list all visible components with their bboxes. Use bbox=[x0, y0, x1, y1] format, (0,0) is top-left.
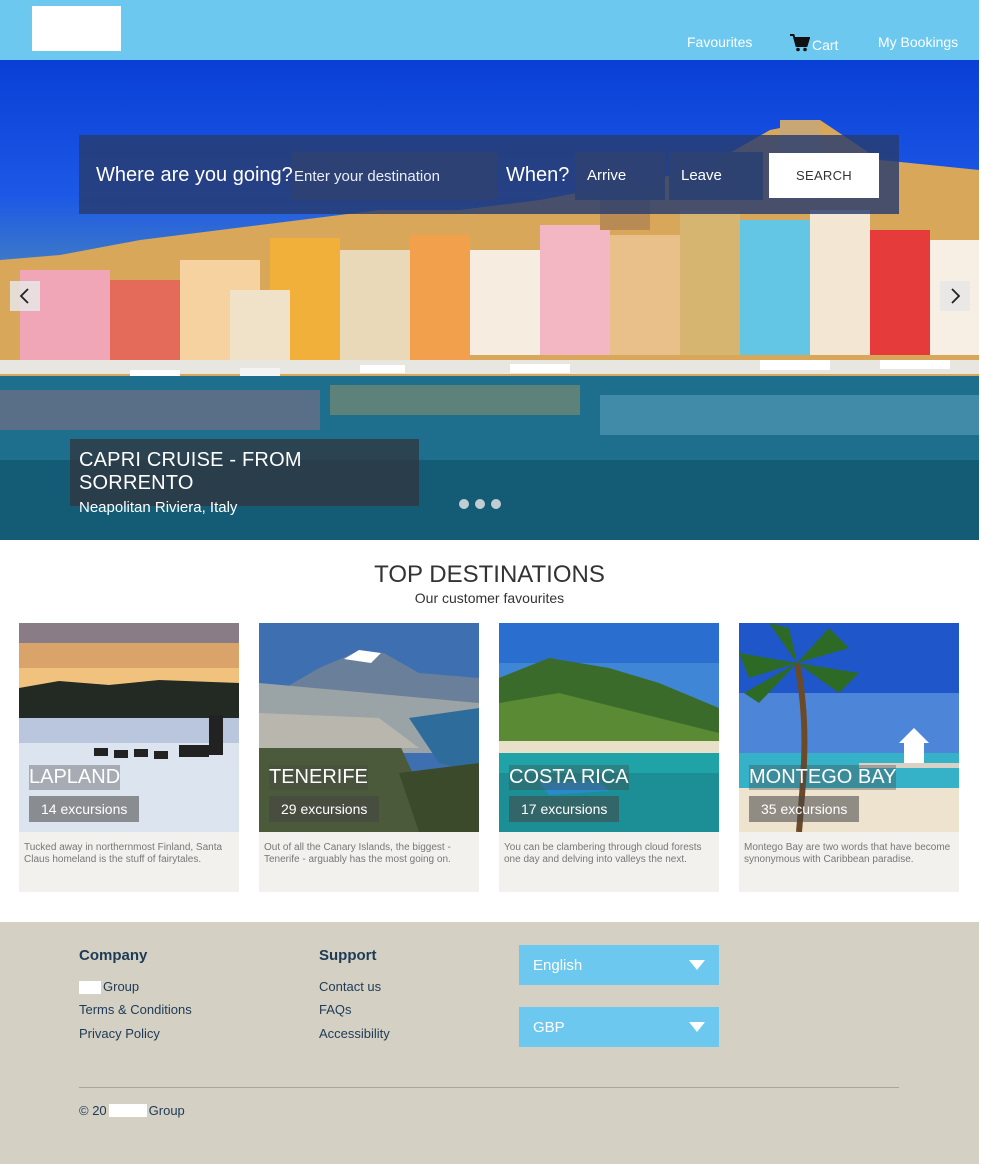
carousel-dot[interactable] bbox=[475, 499, 485, 509]
copyright-prefix: © 20 bbox=[79, 1103, 107, 1118]
carousel-dots bbox=[459, 499, 501, 509]
leave-date-field[interactable]: Leave bbox=[669, 152, 763, 200]
footer-divider bbox=[79, 1087, 899, 1088]
hero-caption: CAPRI CRUISE - FROM SORRENTO Neapolitan … bbox=[70, 439, 419, 516]
search-button[interactable]: SEARCH bbox=[769, 153, 879, 198]
footer-privacy-link[interactable]: Privacy Policy bbox=[79, 1026, 160, 1041]
nav-bookings-label: My Bookings bbox=[878, 34, 959, 50]
card-description: Tucked away in northernmost Finland, San… bbox=[24, 842, 223, 865]
carousel-dot[interactable] bbox=[459, 499, 469, 509]
dropdown-arrow-icon bbox=[689, 1022, 705, 1032]
nav-favourites-label: Favourites bbox=[687, 34, 753, 50]
card-excursion-count: 29 excursions bbox=[269, 796, 380, 822]
copyright: © 20 Group bbox=[79, 1103, 185, 1118]
language-value: English bbox=[533, 957, 583, 974]
section-title: TOP DESTINATIONS bbox=[374, 561, 605, 588]
currency-value: GBP bbox=[533, 1019, 565, 1036]
redacted-name bbox=[79, 981, 101, 995]
section-subtitle: Our customer favourites bbox=[414, 590, 565, 606]
card-name: TENERIFE bbox=[269, 765, 368, 790]
destination-card-lapland[interactable]: LAPLAND 14 excursions Tucked away in nor… bbox=[19, 623, 239, 892]
card-excursion-count: 17 excursions bbox=[509, 796, 620, 822]
arrive-date-field[interactable]: Arrive bbox=[575, 152, 665, 200]
when-label: When? bbox=[506, 164, 570, 186]
chevron-right-icon bbox=[951, 288, 961, 304]
footer-contact-link[interactable]: Contact us bbox=[319, 979, 381, 994]
card-excursion-count: 14 excursions bbox=[29, 796, 140, 822]
footer-terms-link[interactable]: Terms & Conditions bbox=[79, 1002, 192, 1017]
footer-group-link[interactable]: Group bbox=[79, 979, 140, 995]
search-panel: Where are you going? When? Arrive Leave … bbox=[79, 135, 899, 214]
hero-title: CAPRI CRUISE - FROM SORRENTO bbox=[79, 449, 302, 494]
card-description: Out of all the Canary Islands, the bigge… bbox=[264, 842, 451, 865]
card-description: You can be clambering through cloud fore… bbox=[504, 842, 702, 865]
card-name: MONTEGO BAY bbox=[749, 765, 897, 790]
card-name: LAPLAND bbox=[29, 765, 121, 790]
card-excursion-count: 35 excursions bbox=[749, 796, 860, 822]
redacted-name bbox=[108, 1104, 147, 1117]
footer-accessibility-link[interactable]: Accessibility bbox=[319, 1026, 390, 1041]
footer-company-heading: Company bbox=[79, 947, 148, 964]
footer-faqs-link[interactable]: FAQs bbox=[319, 1002, 352, 1017]
destination-card-montego-bay[interactable]: MONTEGO BAY 35 excursions Montego Bay ar… bbox=[739, 623, 959, 892]
site-footer: Company Group Terms & Conditions Privacy… bbox=[0, 922, 979, 1164]
cart-icon bbox=[790, 34, 811, 55]
carousel-prev-button[interactable] bbox=[10, 281, 40, 311]
currency-select[interactable]: GBP bbox=[519, 1007, 719, 1047]
hero-carousel: Where are you going? When? Arrive Leave … bbox=[0, 60, 979, 540]
site-header: Favourites Cart My Bookings bbox=[0, 0, 979, 60]
footer-support-heading: Support bbox=[319, 947, 377, 964]
card-name: COSTA RICA bbox=[509, 765, 629, 790]
language-select[interactable]: English bbox=[519, 945, 719, 985]
destination-card-tenerife[interactable]: TENERIFE 29 excursions Out of all the Ca… bbox=[259, 623, 479, 892]
where-label: Where are you going? bbox=[96, 164, 293, 186]
nav-cart-link[interactable]: Cart bbox=[790, 34, 838, 55]
site-logo[interactable] bbox=[32, 6, 121, 51]
card-description: Montego Bay are two words that have beco… bbox=[744, 842, 951, 865]
destination-input[interactable] bbox=[292, 152, 497, 200]
hero-subtitle: Neapolitan Riviera, Italy bbox=[79, 499, 238, 516]
chevron-left-icon bbox=[19, 288, 29, 304]
nav-cart-label: Cart bbox=[812, 36, 839, 53]
carousel-dot[interactable] bbox=[491, 499, 501, 509]
carousel-next-button[interactable] bbox=[940, 281, 970, 311]
destination-card-costa-rica[interactable]: COSTA RICA 17 excursions You can be clam… bbox=[499, 623, 719, 892]
dropdown-arrow-icon bbox=[689, 960, 705, 970]
copyright-suffix: Group bbox=[148, 1103, 185, 1118]
nav-favourites-link[interactable]: Favourites bbox=[687, 34, 752, 50]
footer-group-label: Group bbox=[103, 979, 140, 994]
nav-bookings-link[interactable]: My Bookings bbox=[878, 34, 958, 50]
